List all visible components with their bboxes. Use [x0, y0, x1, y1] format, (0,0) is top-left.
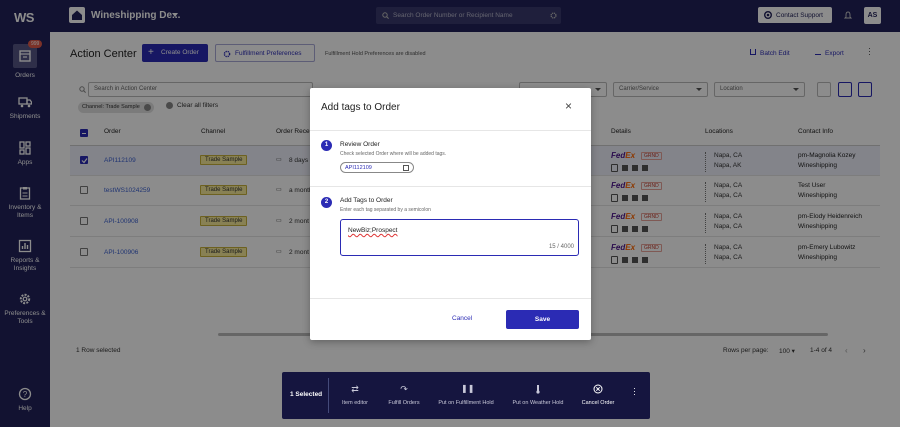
add-tags-subtitle: Enter each tag separated by a semicolon [340, 207, 431, 213]
divider [310, 130, 591, 131]
cancel-button[interactable]: Cancel [452, 315, 472, 322]
step-number: 1 [321, 140, 332, 151]
open-external-icon[interactable] [403, 165, 409, 171]
order-chip[interactable]: API112109 [340, 162, 414, 173]
dialog-title: Add tags to Order [321, 102, 400, 113]
cancel-circle-icon [593, 384, 603, 394]
redo-icon: ↷ [400, 384, 408, 394]
divider [328, 378, 329, 413]
weather-hold-label: Put on Weather Hold [512, 400, 564, 406]
divider [310, 186, 591, 187]
pause-icon: ❚❚ [461, 384, 475, 393]
fulfill-orders-button[interactable]: ↷ Fulfill Orders [384, 384, 424, 406]
selected-count: 1 Selected [290, 391, 323, 398]
review-order-subtitle: Check selected Order where will be added… [340, 151, 447, 157]
review-order-title: Review Order [340, 141, 380, 148]
save-button[interactable]: Save [506, 310, 579, 329]
item-editor-button[interactable]: ⇄ Item editor [337, 384, 373, 406]
order-chip-label: API112109 [345, 165, 372, 171]
more-vert-icon[interactable]: · · · [633, 384, 636, 399]
tags-textarea[interactable]: NewBiz;Prospect 15 / 4000 [340, 219, 579, 256]
tags-input-value: NewBiz;Prospect [348, 227, 398, 234]
cancel-order-label: Cancel Order [581, 400, 615, 406]
close-icon[interactable]: × [565, 99, 572, 113]
item-editor-label: Item editor [342, 400, 368, 406]
thermometer-icon [533, 384, 543, 394]
divider [310, 298, 591, 299]
bulk-action-bar: 1 Selected ⇄ Item editor ↷ Fulfill Order… [282, 372, 650, 419]
weather-hold-button[interactable]: Put on Weather Hold [510, 384, 566, 406]
add-tags-title: Add Tags to Order [340, 197, 393, 204]
fulfillment-hold-label: Put on Fulfillment Hold [438, 400, 494, 406]
character-counter: 15 / 4000 [548, 244, 574, 250]
fulfill-orders-label: Fulfill Orders [388, 400, 420, 406]
fulfillment-hold-button[interactable]: ❚❚ Put on Fulfillment Hold [435, 384, 497, 406]
swap-icon: ⇄ [351, 384, 359, 394]
cancel-order-button[interactable]: Cancel Order [578, 384, 618, 406]
add-tags-dialog: Add tags to Order × 1 Review Order Check… [310, 88, 591, 340]
step-number: 2 [321, 197, 332, 208]
